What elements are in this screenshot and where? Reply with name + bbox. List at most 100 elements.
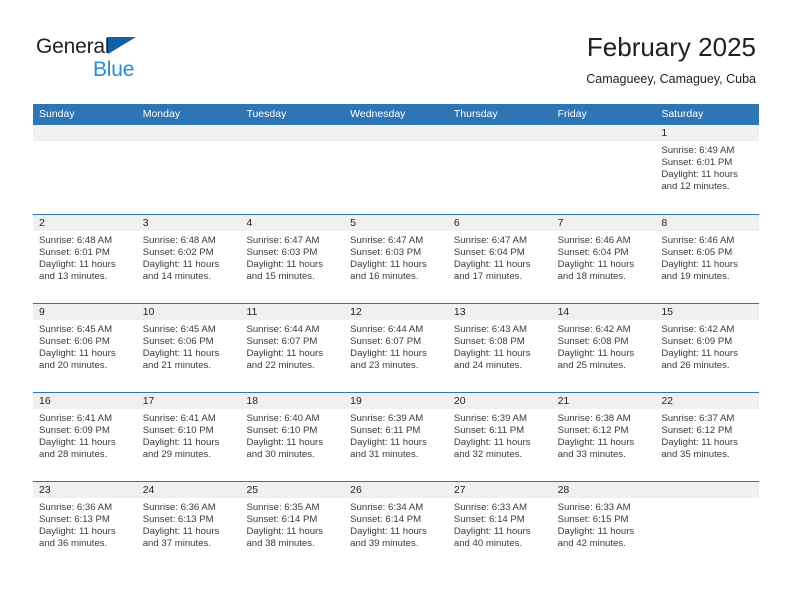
sunrise-text: Sunrise: 6:36 AM <box>142 502 216 513</box>
weeks-container: 1 Sunrise: 6:49 AM Sunset: 6:01 PM Daylight… <box>33 125 760 570</box>
day-cell[interactable]: 14 Sunrise: 6:42 AM Sunset: 6:08 PM Dayligh… <box>551 304 656 392</box>
day-details: Sunrise: 6:44 AM Sunset: 6:07 PM Daylight:… <box>344 320 448 372</box>
day-cell[interactable]: 19 Sunrise: 6:39 AM Sunset: 6:11 PM Dayligh… <box>344 393 448 481</box>
sunrise-text: Sunrise: 6:36 AM <box>39 502 113 513</box>
day-cell[interactable]: 20 Sunrise: 6:39 AM Sunset: 6:11 PM Dayligh… <box>447 393 552 481</box>
sunrise-text: Sunrise: 6:40 AM <box>246 413 320 424</box>
day-cell[interactable]: 22 Sunrise: 6:37 AM Sunset: 6:12 PM Dayligh… <box>655 393 760 481</box>
day-cell[interactable]: 6 Sunrise: 6:47 AM Sunset: 6:04 PM Daylight… <box>447 215 552 303</box>
day-cell[interactable]: 9 Sunrise: 6:45 AM Sunset: 6:06 PM Daylight… <box>33 304 137 392</box>
day-number <box>655 482 760 498</box>
day-number: 26 <box>344 482 448 498</box>
daylight-text-line2: and 16 minutes. <box>350 271 419 283</box>
day-cell[interactable]: 8 Sunrise: 6:46 AM Sunset: 6:05 PM Daylight… <box>655 215 760 303</box>
day-details: Sunrise: 6:33 AM Sunset: 6:15 PM Daylight:… <box>552 498 656 550</box>
daylight-text-line2: and 13 minutes. <box>39 271 108 283</box>
daylight-text-line1: Daylight: 11 hours <box>453 348 531 360</box>
week-row: 1 Sunrise: 6:49 AM Sunset: 6:01 PM Daylight… <box>33 125 760 214</box>
day-cell-empty <box>447 125 552 214</box>
daylight-text-line2: and 39 minutes. <box>350 538 419 550</box>
day-cell[interactable]: 18 Sunrise: 6:40 AM Sunset: 6:10 PM Dayligh… <box>240 393 345 481</box>
day-number: 23 <box>33 482 137 498</box>
day-cell[interactable]: 13 Sunrise: 6:43 AM Sunset: 6:08 PM Dayligh… <box>447 304 552 392</box>
daylight-text-line1: Daylight: 11 hours <box>453 259 531 271</box>
day-number: 7 <box>551 215 656 231</box>
day-number: 4 <box>240 215 345 231</box>
sunset-text: Sunset: 6:10 PM <box>246 425 318 437</box>
weekday-header-saturday: Saturday <box>661 108 704 120</box>
day-details: Sunrise: 6:36 AM Sunset: 6:13 PM Daylight:… <box>33 498 137 550</box>
sunrise-text: Sunrise: 6:42 AM <box>661 324 735 335</box>
daylight-text-line1: Daylight: 11 hours <box>453 526 531 538</box>
daylight-text-line2: and 12 minutes. <box>661 181 730 193</box>
day-details: Sunrise: 6:47 AM Sunset: 6:04 PM Daylight:… <box>448 231 552 283</box>
day-details: Sunrise: 6:47 AM Sunset: 6:03 PM Daylight:… <box>344 231 448 283</box>
brand-name-general: General <box>36 35 110 58</box>
week-row: 16 Sunrise: 6:41 AM Sunset: 6:09 PM Dayligh… <box>33 392 760 481</box>
sunset-text: Sunset: 6:07 PM <box>246 336 318 348</box>
daylight-text-line1: Daylight: 11 hours <box>661 259 738 271</box>
day-cell[interactable]: 15 Sunrise: 6:42 AM Sunset: 6:09 PM Dayligh… <box>655 304 760 392</box>
day-cell[interactable]: 3 Sunrise: 6:48 AM Sunset: 6:02 PM Daylight… <box>136 215 241 303</box>
day-details: Sunrise: 6:37 AM Sunset: 6:12 PM Daylight:… <box>655 409 759 461</box>
day-details: Sunrise: 6:40 AM Sunset: 6:10 PM Daylight:… <box>240 409 344 461</box>
day-cell[interactable]: 12 Sunrise: 6:44 AM Sunset: 6:07 PM Dayligh… <box>344 304 448 392</box>
sunrise-text: Sunrise: 6:47 AM <box>246 235 320 246</box>
day-number: 18 <box>240 393 345 409</box>
week-row: 2 Sunrise: 6:48 AM Sunset: 6:01 PM Daylight… <box>33 214 760 303</box>
day-details: Sunrise: 6:44 AM Sunset: 6:07 PM Daylight:… <box>240 320 344 372</box>
page-subtitle: Camagueey, Camaguey, Cuba <box>586 71 756 86</box>
daylight-text-line2: and 38 minutes. <box>246 538 315 550</box>
day-cell[interactable]: 2 Sunrise: 6:48 AM Sunset: 6:01 PM Daylight… <box>33 215 137 303</box>
daylight-text-line2: and 14 minutes. <box>142 271 211 283</box>
daylight-text-line2: and 37 minutes. <box>142 538 211 550</box>
weekday-header-tuesday: Tuesday <box>246 108 287 120</box>
day-details: Sunrise: 6:49 AM Sunset: 6:01 PM Daylight:… <box>655 141 759 193</box>
sunset-text: Sunset: 6:12 PM <box>557 425 629 437</box>
sunrise-text: Sunrise: 6:34 AM <box>350 502 424 513</box>
day-cell[interactable]: 11 Sunrise: 6:44 AM Sunset: 6:07 PM Dayligh… <box>240 304 345 392</box>
sunrise-text: Sunrise: 6:39 AM <box>350 413 424 424</box>
day-number <box>344 125 448 141</box>
day-cell[interactable]: 24 Sunrise: 6:36 AM Sunset: 6:13 PM Dayligh… <box>136 482 241 570</box>
daylight-text-line1: Daylight: 11 hours <box>350 526 427 538</box>
weekday-header-row: Sunday Monday Tuesday Wednesday Thursday… <box>33 104 759 125</box>
day-cell[interactable]: 17 Sunrise: 6:41 AM Sunset: 6:10 PM Dayligh… <box>136 393 241 481</box>
day-cell[interactable]: 26 Sunrise: 6:34 AM Sunset: 6:14 PM Dayligh… <box>344 482 448 570</box>
sunrise-text: Sunrise: 6:47 AM <box>453 235 527 246</box>
sunset-text: Sunset: 6:08 PM <box>453 336 525 348</box>
day-number <box>447 125 552 141</box>
day-cell[interactable]: 5 Sunrise: 6:47 AM Sunset: 6:03 PM Daylight… <box>344 215 448 303</box>
daylight-text-line2: and 24 minutes. <box>453 360 523 372</box>
daylight-text-line1: Daylight: 11 hours <box>661 348 738 360</box>
calendar-grid: Sunday Monday Tuesday Wednesday Thursday… <box>33 104 760 570</box>
page-title: February 2025 <box>586 32 756 62</box>
daylight-text-line1: Daylight: 11 hours <box>557 348 635 360</box>
daylight-text-line2: and 17 minutes. <box>453 271 523 283</box>
day-cell[interactable]: 1 Sunrise: 6:49 AM Sunset: 6:01 PM Daylight… <box>655 125 760 214</box>
sunrise-text: Sunrise: 6:48 AM <box>142 235 216 246</box>
day-cell[interactable]: 7 Sunrise: 6:46 AM Sunset: 6:04 PM Daylight… <box>551 215 656 303</box>
day-cell[interactable]: 25 Sunrise: 6:35 AM Sunset: 6:14 PM Dayligh… <box>240 482 345 570</box>
daylight-text-line1: Daylight: 11 hours <box>557 259 635 271</box>
day-details: Sunrise: 6:47 AM Sunset: 6:03 PM Daylight:… <box>240 231 344 283</box>
day-number: 5 <box>344 215 448 231</box>
day-cell[interactable]: 21 Sunrise: 6:38 AM Sunset: 6:12 PM Dayligh… <box>551 393 656 481</box>
weekday-header-friday: Friday <box>557 108 587 120</box>
day-number: 22 <box>655 393 760 409</box>
day-details: Sunrise: 6:48 AM Sunset: 6:02 PM Daylight:… <box>137 231 241 283</box>
day-cell[interactable]: 16 Sunrise: 6:41 AM Sunset: 6:09 PM Dayligh… <box>33 393 137 481</box>
day-cell[interactable]: 4 Sunrise: 6:47 AM Sunset: 6:03 PM Daylight… <box>240 215 345 303</box>
day-number: 24 <box>136 482 241 498</box>
daylight-text-line2: and 15 minutes. <box>246 271 315 283</box>
brand-logo[interactable]: General Blue <box>36 36 216 84</box>
day-cell[interactable]: 23 Sunrise: 6:36 AM Sunset: 6:13 PM Dayligh… <box>33 482 137 570</box>
day-cell[interactable]: 28 Sunrise: 6:33 AM Sunset: 6:15 PM Dayligh… <box>551 482 656 570</box>
day-cell-empty <box>33 125 137 214</box>
daylight-text-line1: Daylight: 11 hours <box>246 348 324 360</box>
sunset-text: Sunset: 6:07 PM <box>350 336 422 348</box>
day-cell[interactable]: 10 Sunrise: 6:45 AM Sunset: 6:06 PM Dayligh… <box>136 304 241 392</box>
day-cell[interactable]: 27 Sunrise: 6:33 AM Sunset: 6:14 PM Dayligh… <box>447 482 552 570</box>
day-number <box>33 125 137 141</box>
day-details: Sunrise: 6:34 AM Sunset: 6:14 PM Daylight:… <box>344 498 448 550</box>
